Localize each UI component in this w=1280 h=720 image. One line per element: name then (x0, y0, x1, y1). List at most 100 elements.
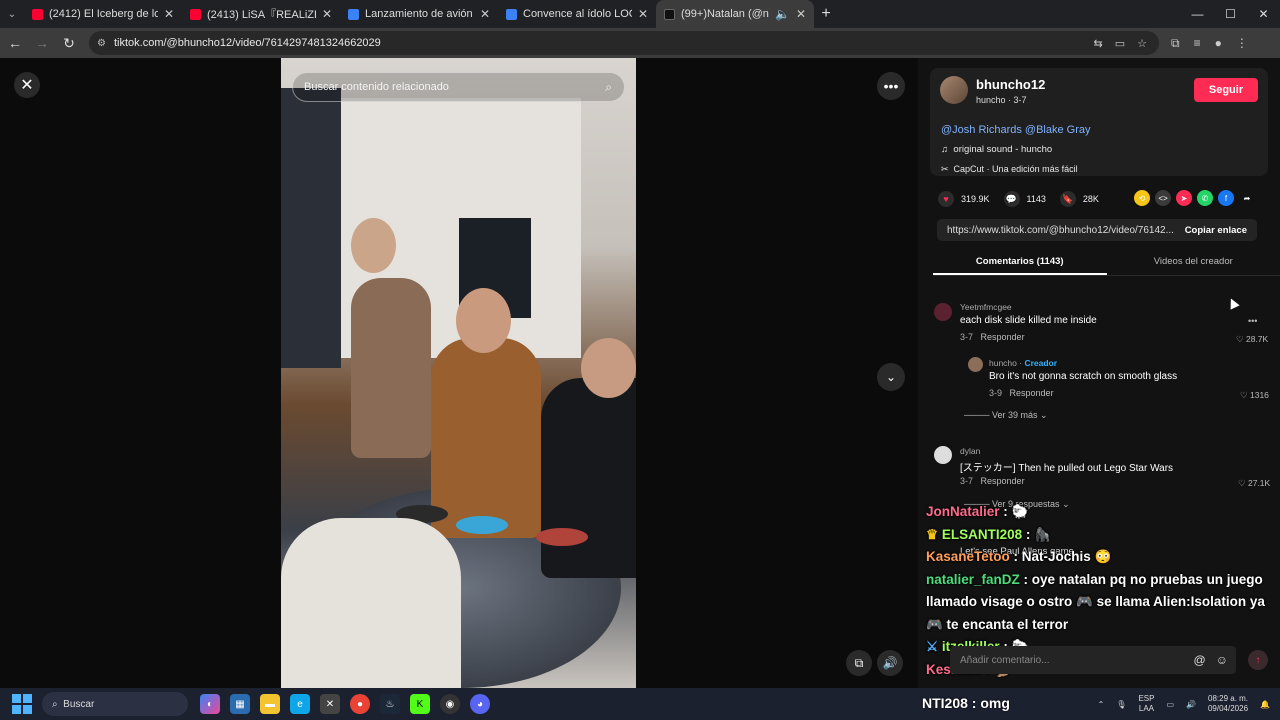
volume-icon[interactable]: 🔊 (1186, 700, 1196, 709)
avatar[interactable] (934, 303, 952, 321)
close-tab-icon[interactable]: ✕ (322, 7, 332, 21)
translate-icon[interactable]: ⇆ (1094, 37, 1103, 50)
browser-tab-1[interactable]: (2412) El Iceberg de lo aterrador ✕ (24, 0, 182, 28)
chevron-up-icon[interactable]: ⌃ (1098, 700, 1105, 709)
copilot-icon[interactable]: ◐ (200, 694, 220, 714)
close-icon[interactable]: ✕ (14, 72, 40, 98)
browser-tab-3[interactable]: Lanzamiento de avión para Bra… ✕ (340, 0, 498, 28)
send-to-friend-icon[interactable]: ➤ (1176, 190, 1192, 206)
xbox-icon[interactable]: ✕ (320, 694, 340, 714)
browser-tab-2[interactable]: (2413) LiSA『REALiZE』Lyric Video ✕ (182, 0, 340, 28)
browser-tab-5[interactable]: (99+)Natalan (@natalanx) | 🔈 ✕ (656, 0, 814, 28)
bookmark-star-icon[interactable]: ☆ (1137, 37, 1147, 50)
menu-dots-icon[interactable]: ⋮ (1236, 36, 1248, 51)
close-tab-icon[interactable]: ✕ (796, 7, 806, 21)
comment-username[interactable]: dylan (960, 446, 980, 456)
obs-icon[interactable]: ◉ (440, 694, 460, 714)
microphone-icon[interactable]: 🎙 (1116, 700, 1126, 709)
search-icon[interactable]: ⌕ (605, 80, 612, 95)
copy-link-button[interactable]: Copiar enlace (1185, 225, 1247, 236)
comment-date: 3-7 (960, 332, 974, 342)
reply-button[interactable]: Responder (1010, 388, 1054, 398)
tab-comments[interactable]: Comentarios (1143) (933, 254, 1107, 275)
tab-creator-videos[interactable]: Videos del creador (1107, 254, 1280, 275)
mention-icon[interactable]: @ (1194, 653, 1206, 667)
video-link-field[interactable]: https://www.tiktok.com/@bhuncho12/video/… (937, 219, 1257, 241)
floating-player-icon[interactable]: ⧉ (846, 650, 872, 676)
taskbar-search-input[interactable]: ⌕ Buscar (42, 692, 188, 716)
windows-start-icon[interactable] (12, 694, 32, 714)
follow-button[interactable]: Seguir (1194, 78, 1258, 102)
close-tab-icon[interactable]: ✕ (638, 7, 648, 21)
chevron-down-icon[interactable]: ⌄ (877, 363, 905, 391)
comment-like-button[interactable]: ♡ 1316 (1240, 390, 1269, 401)
steam-icon[interactable]: ♨ (380, 694, 400, 714)
reload-icon[interactable]: ↻ (57, 35, 81, 52)
embed-icon[interactable]: <> (1155, 190, 1171, 206)
author-name[interactable]: bhuncho12 (976, 77, 1045, 92)
comment-input[interactable]: Añadir comentario... @ ☺ (950, 646, 1236, 674)
avatar[interactable] (934, 446, 952, 464)
profile-avatar-icon[interactable]: ● (1215, 36, 1222, 51)
cast-icon[interactable]: ▭ (1115, 37, 1125, 50)
facebook-icon[interactable]: f (1218, 190, 1234, 206)
edge-icon[interactable]: e (290, 694, 310, 714)
emoji-icon[interactable]: ☺ (1216, 653, 1228, 667)
like-button[interactable]: ♥ 319.9K (938, 191, 990, 207)
send-comment-button[interactable]: ↑ (1248, 650, 1268, 670)
clock[interactable]: 08:29 a. m. 09/04/2026 (1208, 694, 1248, 714)
extensions-icon[interactable]: ⧉ (1171, 36, 1180, 51)
view-more-replies-button[interactable]: ──── Ver 39 más ⌄ (964, 410, 1048, 421)
description-mentions[interactable]: @Josh Richards @Blake Gray (941, 124, 1091, 136)
music-note-icon: ♫ (941, 144, 954, 155)
url-field[interactable]: ⚙ tiktok.com/@bhuncho12/video/7614297481… (89, 31, 1159, 55)
kick-icon[interactable]: K (410, 694, 430, 714)
language-indicator[interactable]: ESP LAA (1138, 694, 1154, 714)
save-button[interactable]: 🔖 28K (1059, 191, 1099, 207)
lang-code: ESP (1138, 694, 1155, 703)
whatsapp-icon[interactable]: ✆ (1197, 190, 1213, 206)
forward-icon[interactable]: → (30, 35, 54, 51)
comment-username[interactable]: huncho · Creador (989, 358, 1057, 368)
site-info-icon[interactable]: ⚙ (97, 38, 106, 49)
tab-search-chevron-icon[interactable]: ⌄ (0, 0, 24, 28)
share-arrow-icon[interactable]: ➦ (1239, 190, 1255, 206)
comment-like-button[interactable]: ♡ 28.7K (1236, 334, 1268, 345)
view-more-label: Ver 39 más (992, 410, 1038, 420)
volume-icon[interactable]: 🔊 (877, 650, 903, 676)
sound-link[interactable]: ♫ original sound - huncho (941, 144, 1052, 155)
comment-like-button[interactable]: ♡ 27.1K (1238, 478, 1270, 489)
comment-button[interactable]: 💬 1143 (1003, 191, 1046, 207)
reply-button[interactable]: Responder (981, 476, 1025, 486)
avatar[interactable] (940, 76, 968, 104)
search-placeholder: Buscar contenido relacionado (304, 81, 449, 93)
close-tab-icon[interactable]: ✕ (164, 7, 174, 21)
browser-tab-4[interactable]: Convence al ídolo LOCO para q… ✕ (498, 0, 656, 28)
back-icon[interactable]: ← (3, 35, 27, 51)
emote-icon: 🦍 (1034, 526, 1051, 542)
avatar[interactable] (968, 357, 983, 372)
file-explorer-icon[interactable]: ▬ (260, 694, 280, 714)
minimize-icon[interactable]: — (1181, 7, 1214, 21)
video-player[interactable] (281, 58, 636, 688)
network-icon[interactable]: ▭ (1166, 700, 1174, 709)
related-search-input[interactable]: Buscar contenido relacionado ⌕ (292, 72, 625, 102)
close-tab-icon[interactable]: ✕ (480, 7, 490, 21)
notifications-icon[interactable]: 🔔 (1260, 700, 1270, 709)
more-options-icon[interactable]: ••• (877, 72, 905, 100)
reply-button[interactable]: Responder (981, 332, 1025, 342)
repost-icon[interactable]: ⟲ (1134, 190, 1150, 206)
close-window-icon[interactable]: ✕ (1247, 7, 1280, 21)
comment-text: each disk slide killed me inside (960, 315, 1097, 326)
author-subtitle: huncho · 3-7 (976, 95, 1027, 105)
maximize-icon[interactable]: ☐ (1214, 7, 1247, 21)
store-icon[interactable]: ▦ (230, 694, 250, 714)
discord-icon[interactable]: ◕ (470, 694, 490, 714)
reading-list-icon[interactable]: ≡ (1194, 36, 1201, 51)
comment-options-icon[interactable]: ••• (1248, 316, 1257, 326)
chrome-icon[interactable]: ● (350, 694, 370, 714)
capcut-link[interactable]: ✂ CapCut · Una edición más fácil (941, 164, 1078, 175)
new-tab-button[interactable]: + (814, 5, 838, 23)
mute-tab-icon[interactable]: 🔈 (775, 7, 790, 21)
comment-username[interactable]: Yeetmfmcgee (960, 302, 1012, 312)
